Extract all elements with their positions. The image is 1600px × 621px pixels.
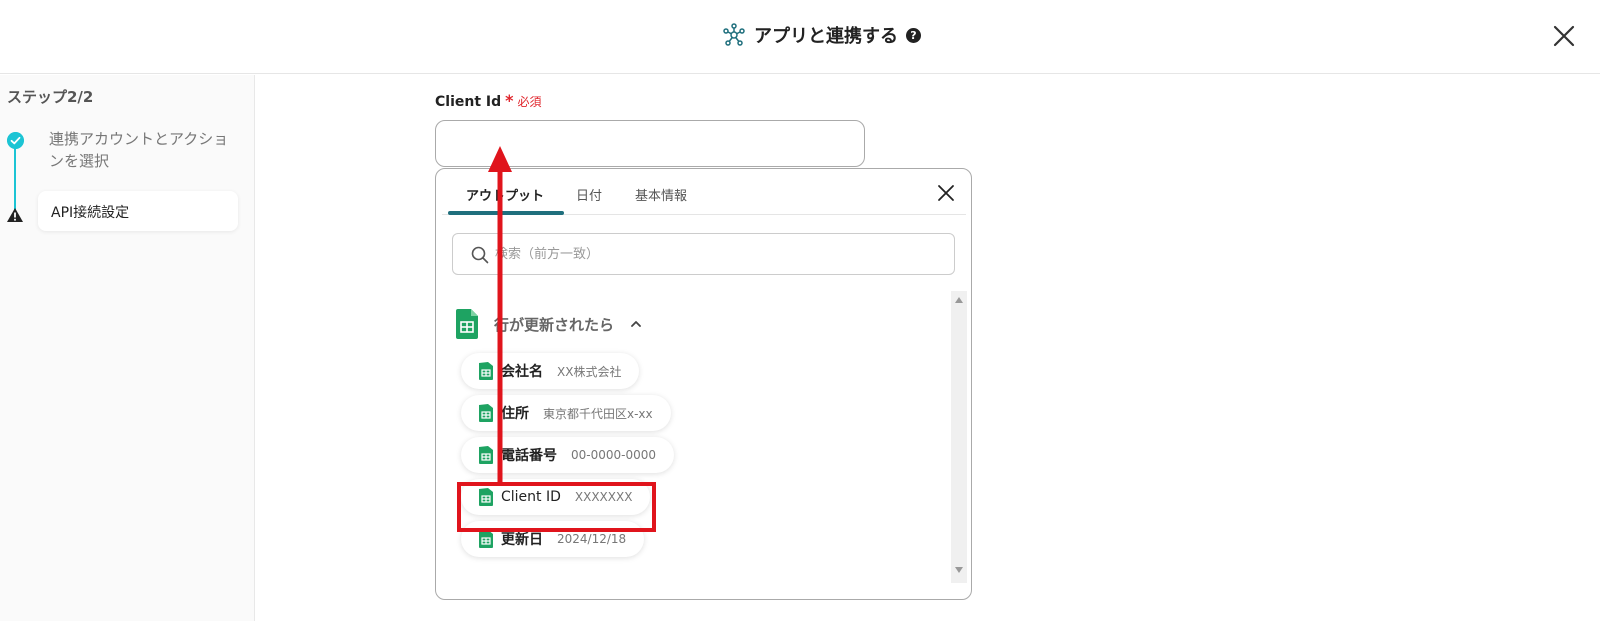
- search-field[interactable]: [452, 233, 955, 275]
- item-value: 東京都千代田区x-xx: [543, 406, 653, 421]
- google-sheets-icon: [456, 309, 478, 339]
- app-connect-icon: [723, 23, 745, 46]
- step-2-label: API接続設定: [51, 205, 130, 221]
- panel-tabs: アウトプット 日付 基本情報: [442, 169, 966, 215]
- item-value: 2024/12/18: [557, 532, 627, 546]
- chevron-up-icon[interactable]: [630, 318, 642, 330]
- warning-icon: [7, 208, 23, 222]
- required-text: 必須: [517, 95, 542, 109]
- required-asterisk: *: [505, 91, 514, 110]
- scroll-down-arrow-icon[interactable]: [955, 567, 963, 573]
- step-2-item[interactable]: API接続設定: [38, 191, 238, 231]
- close-panel-icon[interactable]: [937, 184, 955, 202]
- close-modal-icon[interactable]: [1552, 24, 1576, 48]
- step-counter: ステップ2/2: [7, 88, 94, 106]
- tab-basic-info[interactable]: 基本情報: [635, 185, 687, 204]
- check-icon: [7, 132, 24, 149]
- tab-date[interactable]: 日付: [576, 185, 602, 204]
- header-title-group: アプリと連携する ?: [722, 22, 921, 48]
- help-icon[interactable]: ?: [906, 27, 921, 43]
- step-sidebar: ステップ2/2 連携アカウントとアクションを選択 API接続設定: [0, 75, 255, 621]
- modal-header: アプリと連携する ?: [0, 0, 1600, 74]
- item-name: 更新日: [501, 532, 543, 548]
- scroll-up-arrow-icon[interactable]: [955, 297, 963, 303]
- item-value: 00-0000-0000: [571, 448, 657, 462]
- client-id-label: Client Id * 必須: [435, 91, 542, 110]
- step-1-label[interactable]: 連携アカウントとアクションを選択: [49, 128, 229, 172]
- annotation-arrow-icon: [488, 146, 512, 482]
- page-title: アプリと連携する: [754, 26, 898, 47]
- item-value: XX株式会社: [557, 364, 622, 379]
- highlight-annotation: [457, 482, 656, 532]
- step-connector-line: [14, 143, 16, 211]
- google-sheets-icon: [479, 530, 493, 548]
- field-label-text: Client Id: [435, 94, 502, 110]
- list-scrollbar[interactable]: [951, 291, 967, 583]
- search-input[interactable]: [495, 244, 935, 264]
